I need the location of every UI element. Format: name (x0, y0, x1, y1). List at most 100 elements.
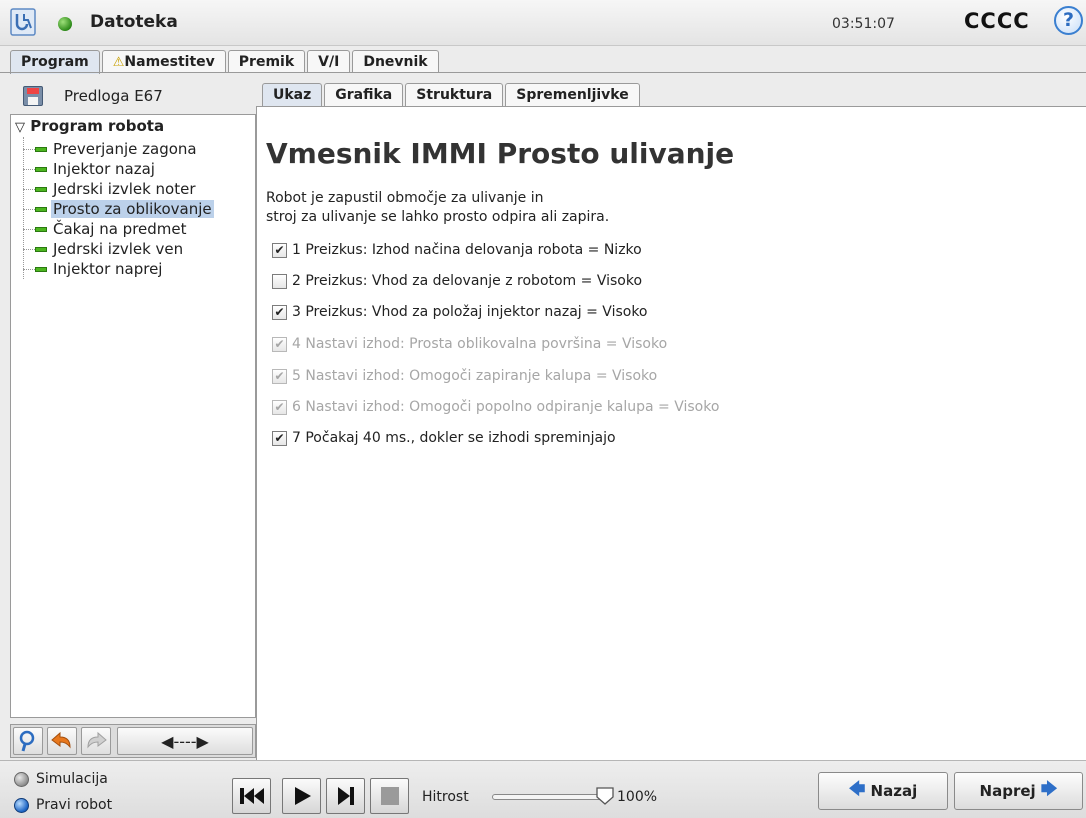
tree-item-label: Jedrski izvlek noter (53, 180, 196, 198)
step-button[interactable] (326, 778, 365, 814)
tab-structure[interactable]: Struktura (405, 83, 504, 107)
command-panel: Vmesnik IMMI Prosto ulivanje Robot je za… (256, 106, 1086, 760)
tree-item-label: Prosto za oblikovanje (51, 200, 214, 218)
tab-label: Dnevnik (363, 54, 428, 70)
node-icon (35, 227, 47, 232)
tree-item[interactable]: Jedrski izvlek ven (23, 239, 185, 259)
tree-root[interactable]: ▽ Program robota (15, 117, 164, 135)
checkbox[interactable]: ✔ (272, 304, 287, 320)
tab-program[interactable]: Program (10, 50, 100, 74)
tab-label: Namestitev (124, 54, 215, 70)
tab-installation[interactable]: ⚠Namestitev (101, 50, 226, 73)
checkbox[interactable]: ✔ (272, 242, 287, 258)
tab-label: Program (21, 54, 89, 70)
tab-move[interactable]: Premik (227, 50, 306, 73)
help-icon[interactable]: ? (1054, 6, 1083, 35)
check-item[interactable]: ✔ 1 Preizkus: Izhod načina delovanja robo… (272, 239, 642, 261)
tree-item[interactable]: Jedrski izvlek noter (23, 179, 198, 199)
step-forward-icon (337, 787, 354, 805)
check-item-disabled: ✔ 5 Nastavi izhod: Omogoči zapiranje kalu… (272, 365, 657, 387)
checkbox[interactable]: ✔ (272, 430, 287, 446)
stop-icon (380, 787, 399, 805)
node-icon (35, 167, 47, 172)
tree-item-label: Čakaj na predmet (53, 220, 187, 238)
main-tabs: Program ⚠Namestitev Premik V/I Dnevnik (10, 50, 441, 74)
check-label: 2 Preizkus: Vhod za delovanje z robotom … (292, 273, 643, 289)
checkbox: ✔ (272, 368, 287, 384)
check-label: 7 Počakaj 40 ms., dokler se izhodi sprem… (292, 430, 616, 446)
node-icon (35, 187, 47, 192)
tab-label: Ukaz (273, 87, 312, 103)
node-icon (35, 267, 47, 272)
radio-button[interactable] (14, 797, 29, 813)
tree-root-label: Program robota (30, 117, 165, 135)
tab-command[interactable]: Ukaz (262, 83, 323, 107)
mode-real-robot[interactable]: Pravi robot (14, 797, 112, 813)
rewind-button[interactable] (232, 778, 271, 814)
speed-label: Hitrost (422, 789, 469, 805)
tree-item[interactable]: Preverjanje zagona (23, 139, 199, 159)
expand-triangle-icon[interactable]: ▽ (15, 120, 25, 135)
play-button[interactable] (282, 778, 321, 814)
arrow-right-icon: 🡆 (1040, 778, 1058, 798)
file-menu[interactable]: Datoteka (90, 12, 178, 32)
undo-button[interactable] (47, 727, 77, 755)
back-button[interactable]: 🡄 Nazaj (818, 772, 948, 810)
tree-item[interactable]: Čakaj na predmet (23, 219, 189, 239)
next-button[interactable]: Naprej 🡆 (954, 772, 1083, 810)
check-item[interactable]: ✔ 7 Počakaj 40 ms., dokler se izhodi spre… (272, 427, 616, 449)
tree-item[interactable]: Injektor nazaj (23, 159, 157, 179)
slider-thumb[interactable] (595, 786, 615, 806)
bottom-bar: Simulacija Pravi robot Hitrost 100% 🡄 Na… (0, 760, 1086, 818)
tab-label: Premik (238, 54, 295, 70)
mode-simulation[interactable]: Simulacija (14, 771, 108, 787)
tab-io[interactable]: V/I (307, 50, 351, 73)
node-icon (35, 147, 47, 152)
horizontal-arrows-icon: ◀----▶ (161, 731, 209, 751)
page-title: Vmesnik IMMI Prosto ulivanje (266, 137, 735, 170)
title-bar: Datoteka 03:51:07 CCCC ? (0, 0, 1086, 46)
node-icon (35, 247, 47, 252)
checkbox: ✔ (272, 336, 287, 352)
tab-divider (0, 72, 1086, 73)
scroll-horizontal-button[interactable]: ◀----▶ (117, 727, 253, 755)
description-line: Robot je zapustil območje za ulivanje in (266, 190, 544, 206)
speed-slider[interactable] (492, 794, 604, 800)
program-name: Predloga E67 (64, 87, 163, 105)
radio-button[interactable] (14, 771, 29, 787)
check-label: 1 Preizkus: Izhod načina delovanja robot… (292, 242, 642, 258)
tree-item-selected[interactable]: Prosto za oblikovanje (23, 199, 214, 219)
tree-item-label: Preverjanje zagona (53, 140, 197, 158)
play-icon (294, 787, 311, 805)
sub-tabs: Ukaz Grafika Struktura Spremenljivke (262, 83, 642, 107)
check-item[interactable]: 2 Preizkus: Vhod za delovanje z robotom … (272, 270, 642, 292)
universal-robots-logo-icon (10, 8, 36, 36)
check-label: 3 Preizkus: Vhod za položaj injektor naz… (292, 304, 648, 320)
description: Robot je zapustil območje za ulivanje in… (266, 189, 609, 227)
tree-item-label: Injektor naprej (53, 260, 163, 278)
tab-log[interactable]: Dnevnik (352, 50, 439, 73)
tab-label: Grafika (335, 87, 393, 103)
program-tree: ▽ Program robota Preverjanje zagona Inje… (10, 114, 256, 718)
redo-button[interactable] (81, 727, 111, 755)
checkbox: ✔ (272, 399, 287, 415)
tab-variables[interactable]: Spremenljivke (505, 83, 640, 107)
search-icon (19, 730, 35, 752)
tab-graphics[interactable]: Grafika (324, 83, 404, 107)
check-item-disabled: ✔ 6 Nastavi izhod: Omogoči popolno odpira… (272, 396, 719, 418)
tab-label: V/I (318, 54, 340, 70)
check-label: 4 Nastavi izhod: Prosta oblikovalna povr… (292, 336, 668, 352)
search-button[interactable] (13, 727, 43, 755)
stop-button[interactable] (370, 778, 409, 814)
node-icon (35, 207, 47, 212)
tree-item-label: Injektor nazaj (53, 160, 155, 178)
save-floppy-icon[interactable] (23, 86, 43, 106)
check-item[interactable]: ✔ 3 Preizkus: Vhod za položaj injektor na… (272, 301, 648, 323)
robot-name: CCCC (964, 9, 1030, 33)
clock: 03:51:07 (832, 16, 895, 32)
program-file-header: Predloga E67 (10, 80, 256, 112)
tree-toolbar: ◀----▶ (10, 724, 256, 758)
tree-item[interactable]: Injektor naprej (23, 259, 164, 279)
radio-label: Simulacija (36, 771, 108, 787)
checkbox[interactable] (272, 273, 287, 289)
